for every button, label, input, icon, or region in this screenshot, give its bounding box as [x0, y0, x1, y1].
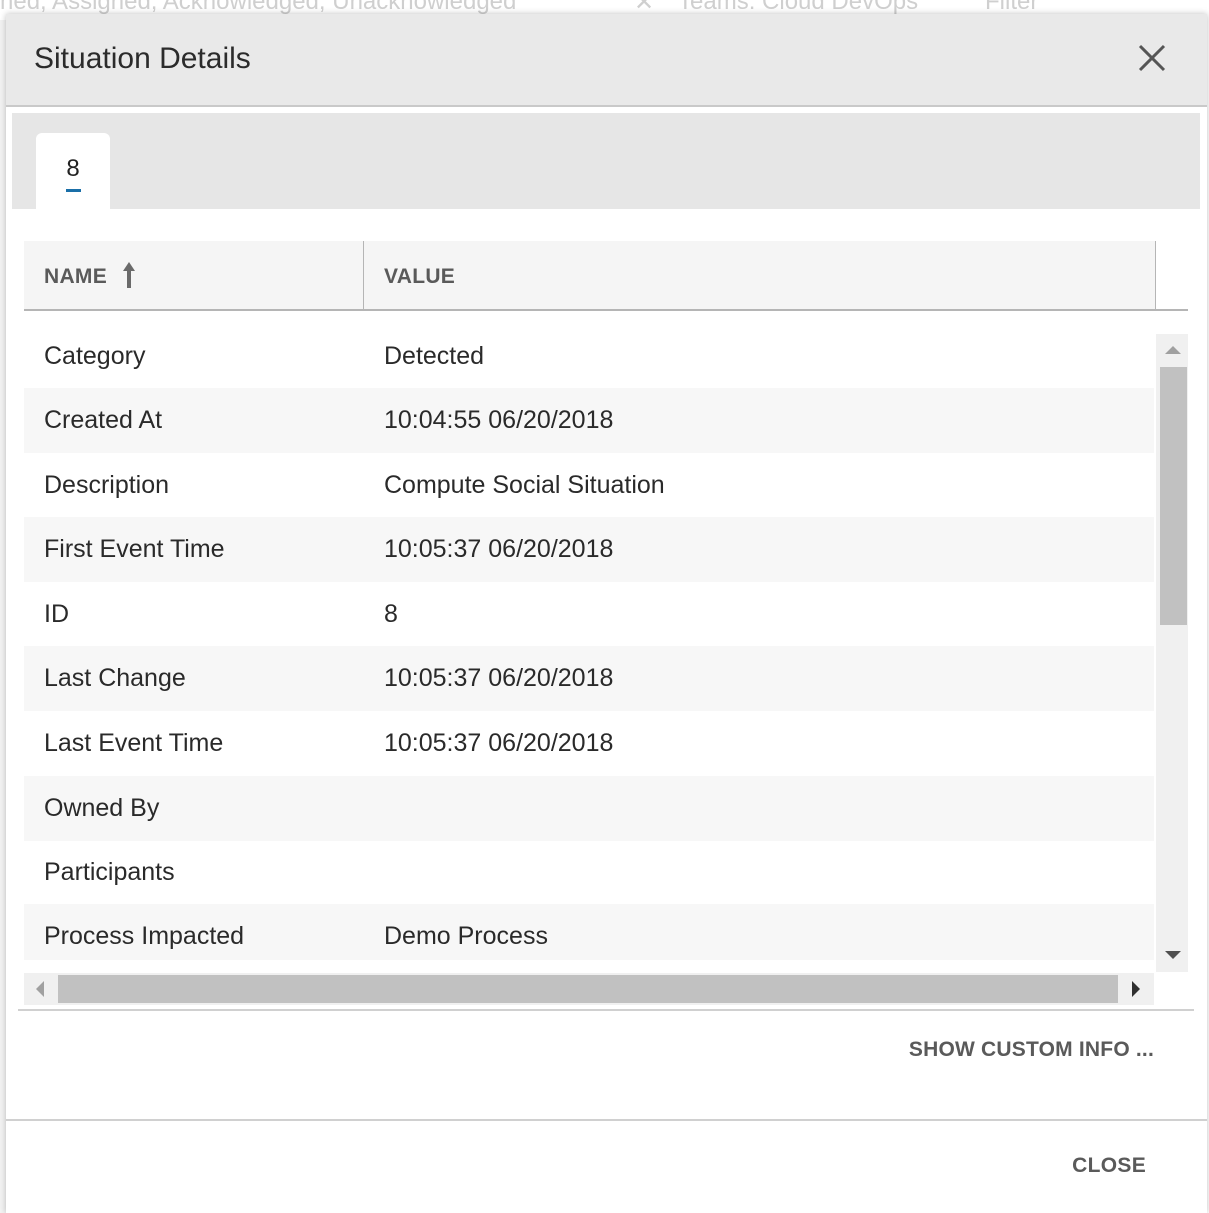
- cell-name: ID: [44, 600, 69, 628]
- header-divider: [24, 309, 1188, 311]
- table-row[interactable]: First Event Time 10:05:37 06/20/2018: [24, 517, 1154, 582]
- cell-value: Demo Process: [384, 922, 548, 950]
- dialog-title: Situation Details: [34, 42, 251, 75]
- column-header-name[interactable]: NAME: [44, 265, 107, 289]
- horizontal-scrollbar[interactable]: [24, 973, 1154, 1005]
- horizontal-scroll-thumb[interactable]: [58, 975, 1118, 1003]
- cell-name: Owned By: [44, 794, 160, 822]
- tab-bar: 8: [12, 113, 1200, 209]
- situation-details-dialog: Situation Details 8 NAME VALUE Category …: [6, 14, 1207, 1213]
- cell-name: Description: [44, 471, 170, 499]
- close-icon[interactable]: [1136, 42, 1168, 74]
- footer-divider: [6, 1119, 1207, 1121]
- dialog-header: Situation Details: [6, 14, 1207, 107]
- sort-ascending-icon[interactable]: [122, 261, 136, 289]
- column-resize-handle[interactable]: [1155, 241, 1156, 309]
- table-row[interactable]: ID 8: [24, 582, 1154, 647]
- cell-value: 10:05:37 06/20/2018: [384, 535, 614, 563]
- vertical-scrollbar[interactable]: [1156, 334, 1188, 972]
- table-row[interactable]: Owned By: [24, 776, 1154, 841]
- column-header-value-label: VALUE: [384, 265, 456, 288]
- grid-header: NAME VALUE: [24, 241, 1156, 311]
- grid-body: Category Detected Created At 10:04:55 06…: [24, 324, 1154, 960]
- cell-name: Last Change: [44, 664, 186, 692]
- cell-name: Participants: [44, 858, 175, 886]
- table-row[interactable]: Last Change 10:05:37 06/20/2018: [24, 646, 1154, 711]
- vertical-scroll-thumb[interactable]: [1160, 367, 1187, 625]
- table-row[interactable]: Participants: [24, 840, 1154, 905]
- cell-value: Detected: [384, 342, 485, 370]
- tab-label: 8: [66, 155, 80, 182]
- cell-value: 8: [384, 600, 398, 628]
- table-row[interactable]: Description Compute Social Situation: [24, 453, 1154, 518]
- close-button[interactable]: CLOSE: [1046, 1154, 1146, 1178]
- cell-name: Category: [44, 342, 146, 370]
- cell-value: 10:05:37 06/20/2018: [384, 729, 614, 757]
- table-row[interactable]: Last Event Time 10:05:37 06/20/2018: [24, 711, 1154, 776]
- cell-value: 10:04:55 06/20/2018: [384, 406, 614, 434]
- table-row[interactable]: Category Detected: [24, 324, 1154, 389]
- cell-name: Last Event Time: [44, 729, 224, 757]
- active-tab-indicator: [66, 189, 81, 192]
- cell-value: Compute Social Situation: [384, 471, 665, 499]
- details-grid: NAME VALUE Category Detected Created At …: [24, 241, 1188, 1005]
- scroll-left-icon[interactable]: [36, 981, 44, 997]
- scroll-down-icon[interactable]: [1165, 951, 1181, 959]
- column-header-name-label: NAME: [44, 265, 108, 288]
- show-custom-info-button[interactable]: SHOW CUSTOM INFO ...: [856, 1038, 1154, 1062]
- tab-situation-8[interactable]: 8: [36, 133, 110, 209]
- cell-name: First Event Time: [44, 535, 225, 563]
- column-header-value[interactable]: VALUE: [384, 265, 455, 289]
- column-resize-handle[interactable]: [363, 241, 364, 309]
- cell-name: Process Impacted: [44, 922, 245, 950]
- cell-value: 10:05:37 06/20/2018: [384, 664, 614, 692]
- cell-name: Created At: [44, 406, 163, 434]
- scroll-up-icon[interactable]: [1165, 346, 1181, 354]
- scroll-right-icon[interactable]: [1132, 981, 1140, 997]
- table-row[interactable]: Created At 10:04:55 06/20/2018: [24, 388, 1154, 453]
- table-row[interactable]: Process Impacted Demo Process: [24, 904, 1154, 960]
- content-divider: [18, 1009, 1194, 1011]
